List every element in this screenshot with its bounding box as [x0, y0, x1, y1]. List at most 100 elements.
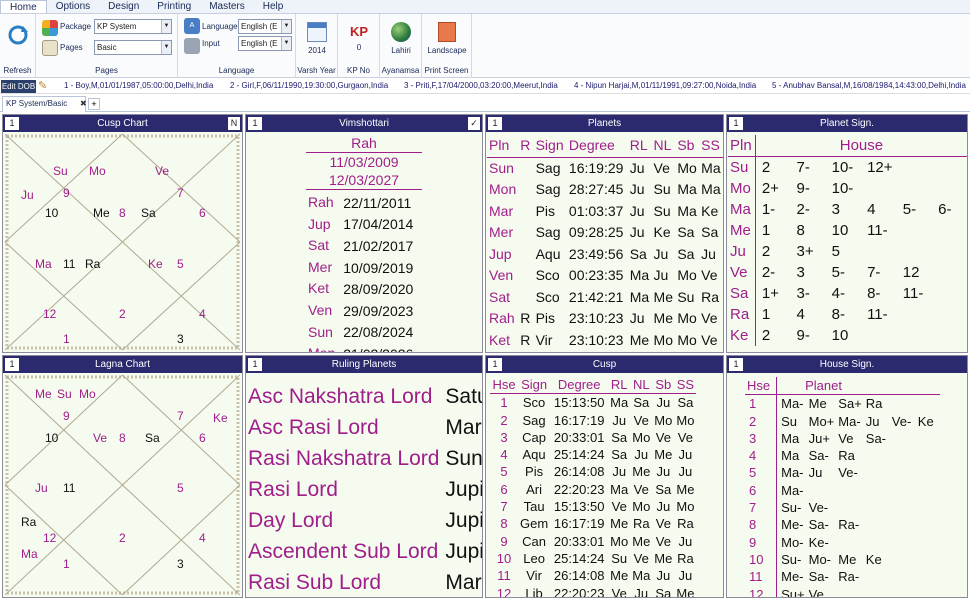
house-cell [932, 325, 967, 346]
menu-printing[interactable]: Printing [148, 0, 200, 13]
table-cell: Ra [632, 516, 650, 532]
house-cell [861, 241, 897, 262]
table-cell: 26:14:08 [553, 464, 605, 480]
add-tab-button[interactable]: + [88, 98, 100, 110]
table-cell: 28:27:45 [568, 181, 624, 197]
language-select[interactable]: English (E ▼ [238, 19, 292, 34]
column-header: Pln [728, 135, 756, 157]
panel-number-button[interactable]: 1 [729, 117, 743, 130]
house-cell: 12 [902, 264, 920, 281]
planet-cell: Ke [917, 413, 934, 429]
house-cell: 5- [902, 201, 917, 218]
panel-number-button[interactable]: 1 [729, 358, 743, 371]
table-header-row: Pln R Sign Degree RL NL Sb SS [487, 135, 723, 158]
menu-help[interactable]: Help [254, 0, 293, 13]
table-cell: R [520, 331, 531, 348]
dasha-date: 22/11/2011 [343, 194, 412, 211]
ayanamsa-label: Ayanamsa [381, 66, 420, 75]
planet-cell [862, 534, 888, 551]
table-row: Jup Aqu 23:49:56 Sa Ju Sa Ju [487, 244, 723, 266]
table-row: Ju 2 3+ 5 [728, 241, 967, 262]
house-cell: 2 [761, 159, 771, 176]
tab-kp-system-basic[interactable]: KP System/Basic ✖ [2, 96, 87, 112]
dob-item-2[interactable]: 2 - Girl,F,06/11/1990,19:30:00,Gurgaon,I… [230, 81, 388, 90]
print-screen-button[interactable]: Landscape [422, 22, 472, 55]
dob-item-3[interactable]: 3 - Priti,F,17/04/2000,03:20:00,Meerut,I… [404, 81, 558, 90]
ruling-label: Rasi Sub Lord [248, 571, 382, 594]
table-cell: Sa [633, 395, 650, 411]
calendar-icon [307, 22, 327, 42]
check-icon[interactable]: ✓ [468, 117, 480, 130]
refresh-button[interactable] [4, 24, 32, 48]
panel-number-button[interactable]: 1 [488, 117, 502, 130]
table-cell: Sa [611, 447, 628, 463]
house-cell: 8- [867, 285, 881, 302]
planet-cell [914, 447, 940, 464]
varsh-year-button[interactable]: 2014 [296, 22, 338, 55]
table-cell: Ke [701, 202, 719, 219]
chart-text: Ma [21, 547, 38, 561]
house-cell [897, 178, 932, 199]
cusp-table: Hse Sign Degree RL NL Sb SS 1 Sco 15:13:50 Ma Sa Ju S… [490, 376, 697, 598]
dasha-start: 11/03/2009 [329, 154, 399, 170]
planet-cell: Ma [728, 199, 756, 220]
kp-value: 0 [356, 43, 362, 52]
language-group-label: Language [218, 66, 255, 75]
planet-cell [862, 447, 888, 464]
table-cell: Ra [677, 516, 694, 532]
edit-dob-button[interactable]: Edit DOB [1, 80, 36, 93]
chart-text: Ve [155, 164, 170, 178]
house-cell: 2- [761, 264, 776, 281]
dob-item-4[interactable]: 4 - Nipun Harjai,M,01/11/1991,09:27:00,N… [574, 81, 756, 90]
planet-cell: Me- [781, 569, 804, 585]
table-cell: Mon [489, 181, 517, 197]
table-cell: 00:23:35 [568, 267, 624, 283]
panel-number-button[interactable]: 1 [488, 358, 502, 371]
menu-options[interactable]: Options [47, 0, 99, 13]
dasha-date: 21/02/2026 [343, 343, 413, 352]
pencil-icon[interactable]: ✎ [38, 79, 47, 92]
table-cell: Sa [677, 224, 695, 240]
dob-item-1[interactable]: 1 - Boy,M,01/01/1987,05:00:00,Delhi,Indi… [64, 81, 213, 90]
table-cell: Ju [653, 245, 669, 262]
pages-select[interactable]: Basic ▼ [94, 40, 172, 55]
table-cell: Ju [612, 464, 627, 480]
column-header: Degree [550, 376, 609, 395]
table-cell: Sco [522, 395, 546, 411]
panel-number-button[interactable]: 1 [5, 358, 19, 371]
input-select[interactable]: English (E ▼ [238, 36, 292, 51]
table-cell: 23:10:23 [568, 331, 624, 348]
menu-home[interactable]: Home [0, 0, 47, 13]
ruling-value: Sun [445, 447, 483, 470]
close-icon[interactable]: ✖ [80, 97, 87, 111]
panel-number-button[interactable]: 1 [248, 358, 262, 371]
kp-no-button[interactable]: KP 0 [338, 24, 380, 52]
table-cell: Mer [489, 224, 514, 240]
column-header: Sign [518, 376, 551, 395]
house-cell [932, 262, 967, 283]
table-cell: 16:17:19 [553, 516, 605, 532]
table-row: Ve 2- 3 5- 7- 12 [728, 262, 967, 283]
table-row: Mo 2+ 9- 10- [728, 178, 967, 199]
panel-number-button[interactable]: 1 [5, 117, 19, 130]
house-cell: 12+ [867, 159, 893, 176]
table-cell: Mo [677, 159, 697, 176]
menu-masters[interactable]: Masters [200, 0, 254, 13]
ayanamsa-button[interactable]: Lahiri [380, 22, 422, 55]
table-cell: Mar [489, 202, 514, 219]
menu-design[interactable]: Design [99, 0, 148, 13]
kp-label: KP No [347, 66, 370, 75]
house-sign-table: Hse Planet 1 Ma- Me Sa+ Ra 2 Su Mo+ Ma- Ju Ve- Ke 3 Ma J… [745, 377, 940, 597]
house-cell: 1- [761, 201, 776, 218]
dob-item-5[interactable]: 5 - Anubhav Bansal,M,16/08/1984,14:43:00… [772, 81, 966, 90]
table-cell: Sat [489, 288, 511, 305]
panel-number-button[interactable]: 1 [248, 117, 262, 130]
table-cell [518, 201, 533, 223]
chart-text: Ju [35, 481, 48, 495]
package-select[interactable]: KP System ▼ [94, 19, 172, 34]
table-cell: Ma [701, 181, 721, 197]
planet-cell [888, 551, 914, 568]
planet-cell [888, 464, 914, 481]
table-cell: Ju [634, 585, 649, 598]
north-toggle-button[interactable]: N [228, 117, 240, 130]
